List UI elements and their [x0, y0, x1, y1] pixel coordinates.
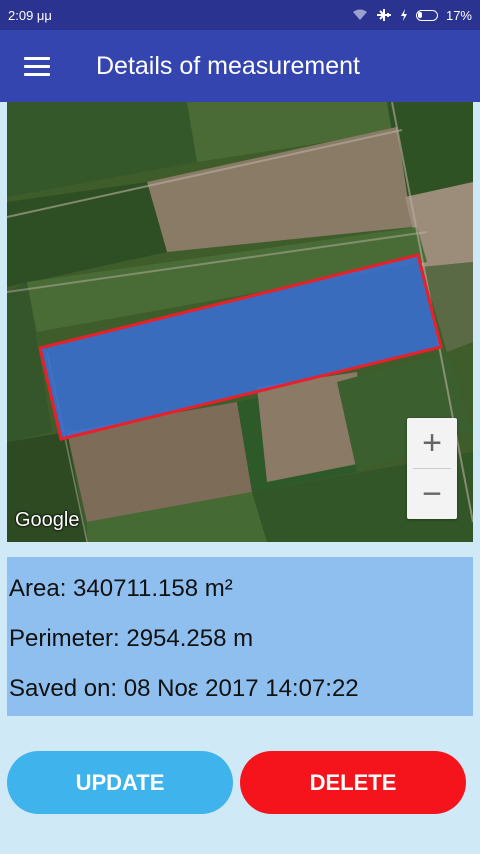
zoom-in-button[interactable]: + — [407, 418, 457, 468]
menu-icon — [24, 52, 50, 81]
google-logo: Google — [15, 509, 80, 531]
status-icons: 17% — [352, 8, 472, 23]
page-title: Details of measurement — [96, 51, 361, 80]
menu-button[interactable] — [0, 30, 74, 102]
update-button[interactable]: UPDATE — [7, 751, 233, 814]
app-bar: Details of measurement — [0, 30, 480, 102]
zoom-controls: + − — [407, 418, 457, 519]
saved-on-text: Saved on: 08 Νοε 2017 14:07:22 — [9, 675, 359, 702]
area-text: Area: 340711.158 m² — [9, 575, 233, 602]
map-view[interactable]: Google + − — [7, 102, 473, 542]
airplane-icon — [376, 9, 391, 21]
charging-icon — [400, 9, 407, 21]
battery-percent: 17% — [445, 7, 472, 23]
perimeter-text: Perimeter: 2954.258 m — [9, 625, 254, 652]
battery-icon — [415, 9, 438, 21]
delete-button[interactable]: DELETE — [240, 751, 466, 814]
status-bar: 2:09 μμ 17% — [0, 0, 480, 30]
satellite-imagery — [7, 102, 473, 542]
wifi-icon — [352, 9, 367, 20]
zoom-out-button[interactable]: − — [407, 469, 457, 519]
measurement-info-panel: Area: 340711.158 m² Perimeter: 2954.258 … — [7, 557, 473, 716]
status-time: 2:09 μμ — [8, 7, 52, 23]
